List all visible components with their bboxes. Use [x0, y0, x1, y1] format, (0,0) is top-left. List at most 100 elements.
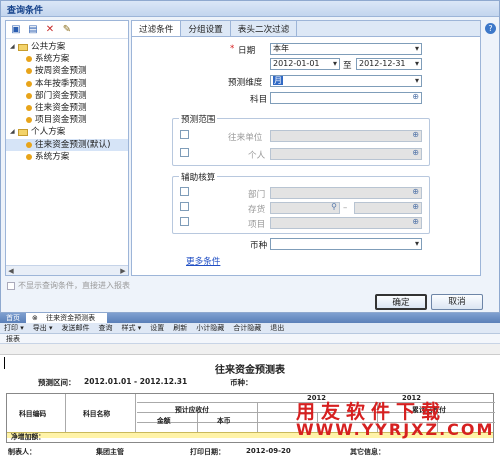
folder-icon	[18, 43, 28, 51]
scheme-icon	[26, 105, 32, 112]
filter-panel: 过滤条件 分组设置 表头二次过滤 ? * 日期 本年 2012-01-01 至 …	[131, 20, 496, 276]
exit-button[interactable]: 退出	[270, 323, 284, 333]
required-mark: *	[230, 44, 235, 54]
skip-query-checkbox[interactable]	[7, 281, 15, 290]
currency-select[interactable]	[270, 238, 422, 250]
stock-to-input[interactable]	[354, 202, 422, 214]
stock-checkbox[interactable]	[180, 202, 189, 211]
scheme-icon	[26, 56, 32, 63]
print-button[interactable]: 打印 ▾	[4, 323, 24, 333]
collapse-icon[interactable]: ◢	[10, 41, 18, 53]
ok-button[interactable]: 确定	[375, 294, 427, 310]
send-email-button[interactable]: 发送邮件	[62, 323, 90, 333]
delete-icon[interactable]: ✕	[44, 24, 56, 36]
hide-subtotal-button[interactable]: 小计隐藏	[196, 323, 224, 333]
col-local: 本币	[217, 417, 231, 425]
tab-home[interactable]: 首页	[0, 313, 26, 323]
tab-report[interactable]: ⊗ 往来资金预测表	[26, 313, 108, 323]
dept-checkbox[interactable]	[180, 187, 189, 196]
scroll-right-icon[interactable]: ▶	[118, 266, 128, 276]
project-ref-input[interactable]	[270, 217, 422, 229]
query-dialog: 查询条件 ▣ ▤ ✕ ✎ ◢ 公共方案 系统方案 按周资金预测 本年按季预测 部门…	[0, 0, 500, 313]
unit-ref-input[interactable]	[270, 130, 422, 142]
query-button[interactable]: 查询	[99, 323, 113, 333]
person-label: 个人	[248, 151, 266, 161]
print-date-label: 打印日期：	[190, 448, 225, 456]
col-receivable: 预计应收付	[175, 406, 209, 414]
scheme-icon	[26, 92, 32, 99]
tree-node-personal[interactable]: ◢ 个人方案	[6, 126, 128, 138]
save-icon[interactable]: ▣	[10, 24, 22, 36]
range-label: 预测区间：	[38, 378, 76, 387]
tree-item[interactable]: 项目资金预测	[6, 114, 128, 126]
scheme-icon	[26, 117, 32, 124]
subject-label: 科目	[250, 95, 268, 105]
scheme-icon	[26, 68, 32, 75]
refresh-button[interactable]: 刷新	[173, 323, 187, 333]
date-to-label: 至	[343, 61, 352, 71]
more-conditions-link[interactable]: 更多条件	[186, 255, 220, 267]
tree-item[interactable]: 往来资金预测	[6, 102, 128, 114]
person-ref-input[interactable]	[270, 148, 422, 160]
watermark-url: WWW.YYRJXZ.COM	[296, 420, 495, 439]
dept-ref-input[interactable]	[270, 187, 422, 199]
stock-label: 存货	[248, 205, 266, 215]
tree-item[interactable]: 系统方案	[6, 53, 128, 65]
print-date-value: 2012-09-20	[246, 447, 291, 455]
edit-icon[interactable]: ✎	[61, 24, 73, 36]
col-name: 科目名称	[83, 410, 111, 418]
report-toolbar: 打印 ▾ 导出 ▾ 发送邮件 查询 样式 ▾ 设置 刷新 小计隐藏 合计隐藏 退…	[0, 323, 500, 334]
skip-query-row[interactable]: 不显示查询条件，直接进入报表	[7, 280, 130, 291]
report-subtab[interactable]: 报表	[0, 334, 500, 344]
tree-item-selected[interactable]: 往来资金预测(默认)	[6, 138, 128, 151]
scheme-panel: ▣ ▤ ✕ ✎ ◢ 公共方案 系统方案 按周资金预测 本年按季预测 部门资金预测 …	[5, 20, 129, 276]
unit-label: 往来单位	[228, 133, 263, 143]
cancel-button[interactable]: 取消	[431, 294, 483, 310]
date-select[interactable]: 本年	[270, 43, 422, 55]
scheme-icon	[26, 80, 32, 87]
scroll-left-icon[interactable]: ◀	[6, 266, 16, 276]
stock-from-input[interactable]: ⚲	[270, 202, 340, 214]
date-from-picker[interactable]: 2012-01-01	[270, 58, 340, 70]
project-label: 项目	[248, 220, 266, 230]
style-button[interactable]: 样式 ▾	[122, 323, 142, 333]
col-code: 科目编码	[19, 410, 47, 418]
maker-label: 制表人：	[8, 448, 36, 456]
scheme-tree: ◢ 公共方案 系统方案 按周资金预测 本年按季预测 部门资金预测 往来资金预测 项…	[6, 39, 128, 165]
tree-node-public[interactable]: ◢ 公共方案	[6, 41, 128, 53]
maker-value: 集团主管	[96, 448, 124, 456]
filter-tabs: 过滤条件 分组设置 表头二次过滤 ?	[132, 21, 496, 37]
dialog-title: 查询条件	[1, 1, 499, 17]
tree-item[interactable]: 系统方案	[6, 151, 128, 163]
tab-grouping[interactable]: 分组设置	[181, 21, 231, 36]
subject-ref-input[interactable]	[270, 92, 422, 104]
tree-item[interactable]: 本年按季预测	[6, 78, 128, 90]
help-icon[interactable]: ?	[485, 23, 496, 34]
search-icon[interactable]: ⚲	[331, 203, 337, 212]
person-checkbox[interactable]	[180, 148, 189, 157]
other-info-label: 其它信息：	[350, 448, 385, 456]
tab-header-filter[interactable]: 表头二次过滤	[231, 21, 298, 36]
scheme-toolbar: ▣ ▤ ✕ ✎	[6, 21, 128, 39]
tab-filter[interactable]: 过滤条件	[132, 21, 182, 36]
currency-label: 币种	[250, 241, 268, 251]
tree-item[interactable]: 按周资金预测	[6, 65, 128, 77]
col-amount: 金额	[157, 417, 171, 425]
workspace-tabs: 首页 ⊗ 往来资金预测表	[0, 313, 500, 323]
export-button[interactable]: 导出 ▾	[33, 323, 53, 333]
horizontal-scrollbar[interactable]: ◀ ▶	[6, 265, 128, 275]
tree-item[interactable]: 部门资金预测	[6, 90, 128, 102]
project-checkbox[interactable]	[180, 217, 189, 226]
grid-header-band	[0, 344, 500, 355]
settings-button[interactable]: 设置	[150, 323, 164, 333]
date-to-picker[interactable]: 2012-12-31	[356, 58, 422, 70]
collapse-icon[interactable]: ◢	[10, 126, 18, 138]
save-as-icon[interactable]: ▤	[27, 24, 39, 36]
dimension-select[interactable]: 月	[270, 75, 422, 87]
unit-checkbox[interactable]	[180, 130, 189, 139]
currency-meta-label: 币种：	[230, 378, 253, 387]
scheme-icon	[26, 141, 32, 148]
dept-label: 部门	[248, 190, 266, 200]
hide-total-button[interactable]: 合计隐藏	[233, 323, 261, 333]
folder-icon	[18, 128, 28, 136]
